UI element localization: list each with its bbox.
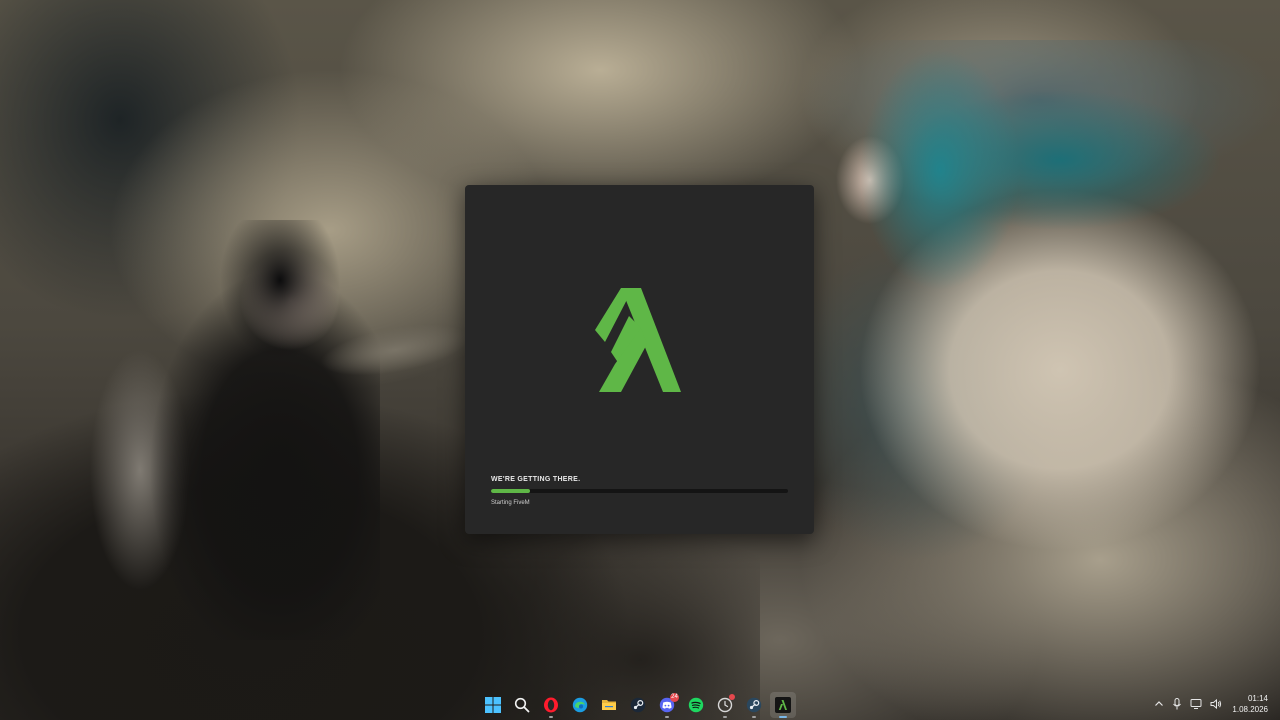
file-explorer-button[interactable]: [596, 692, 622, 718]
progress-bar-fill: [491, 489, 530, 493]
taskbar-clock[interactable]: 01:14 1.08.2026: [1232, 693, 1268, 715]
folder-icon: [602, 700, 616, 710]
running-indicator: [723, 716, 727, 718]
app-update-button[interactable]: [712, 692, 738, 718]
steam-button[interactable]: [625, 692, 651, 718]
search-button[interactable]: [509, 692, 535, 718]
running-indicator: [549, 716, 553, 718]
clock-date: 1.08.2026: [1232, 705, 1268, 714]
wallpaper-figure-right: [760, 40, 1280, 560]
progress-bar: [491, 489, 788, 493]
steam-icon: [746, 697, 762, 713]
fivem-logo-icon: [595, 288, 681, 392]
discord-notification-badge: 24: [670, 693, 679, 702]
start-button[interactable]: [480, 692, 506, 718]
speaker-icon[interactable]: [1210, 698, 1222, 710]
display-icon[interactable]: [1190, 698, 1202, 710]
fivem-button[interactable]: [770, 692, 796, 718]
system-tray: [1154, 698, 1222, 710]
microphone-icon[interactable]: [1172, 698, 1182, 710]
running-indicator: [779, 716, 787, 718]
steam-2-button[interactable]: [741, 692, 767, 718]
discord-button[interactable]: 24: [654, 692, 680, 718]
running-indicator: [752, 716, 756, 718]
opera-gx-button[interactable]: [538, 692, 564, 718]
status-subtitle: Starting FiveM: [491, 500, 530, 506]
windows-icon: [485, 697, 501, 713]
opera-icon: [544, 697, 558, 713]
spotify-icon: [688, 697, 704, 713]
edge-icon: [572, 697, 588, 713]
notification-dot: [729, 694, 735, 700]
edge-button[interactable]: [567, 692, 593, 718]
fivem-icon: [775, 697, 791, 713]
taskbar-apps: 24: [480, 692, 796, 718]
running-indicator: [665, 716, 669, 718]
taskbar: 24 01:14 1.08.2026: [0, 690, 1280, 720]
steam-icon: [630, 697, 646, 713]
fivem-launcher-window: WE'RE GETTING THERE. Starting FiveM: [465, 185, 814, 534]
status-title: WE'RE GETTING THERE.: [491, 476, 581, 483]
wallpaper-figure-left: [80, 220, 380, 640]
search-icon: [514, 697, 530, 713]
clock-time: 01:14: [1247, 694, 1268, 703]
chevron-up-icon[interactable]: [1154, 699, 1164, 709]
spotify-button[interactable]: [683, 692, 709, 718]
